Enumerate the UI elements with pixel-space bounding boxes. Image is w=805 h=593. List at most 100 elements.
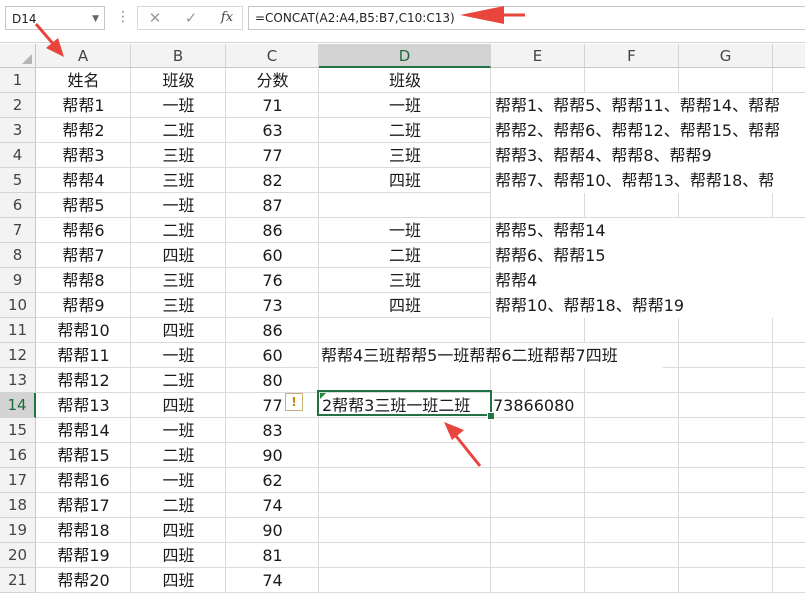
cell-name[interactable]: 帮帮6 <box>36 218 131 243</box>
cell-score[interactable]: 76 <box>226 268 319 293</box>
cell-name[interactable]: 帮帮3 <box>36 143 131 168</box>
row-header[interactable]: 21 <box>0 568 36 593</box>
row-header[interactable]: 8 <box>0 243 36 268</box>
cell-class[interactable]: 四班 <box>131 543 226 568</box>
row-header[interactable]: 6 <box>0 193 36 218</box>
header-class-d[interactable]: 班级 <box>319 68 491 93</box>
row-header[interactable]: 14 <box>0 393 36 418</box>
cell-score[interactable]: 60 <box>226 343 319 368</box>
row-header[interactable]: 20 <box>0 543 36 568</box>
cell-score[interactable]: 71 <box>226 93 319 118</box>
cell-score[interactable]: 83 <box>226 418 319 443</box>
column-header-c[interactable]: C <box>226 44 319 68</box>
cell-score[interactable]: 86 <box>226 218 319 243</box>
row-header[interactable]: 12 <box>0 343 36 368</box>
group-members-cell[interactable]: 帮帮4 <box>491 268 805 293</box>
header-score[interactable]: 分数 <box>226 68 319 93</box>
column-header-f[interactable]: F <box>585 44 679 68</box>
cell-class[interactable]: 四班 <box>131 568 226 593</box>
column-header-h[interactable] <box>773 44 805 68</box>
cell-name[interactable]: 帮帮17 <box>36 493 131 518</box>
cell-name[interactable]: 帮帮16 <box>36 468 131 493</box>
insert-function-icon[interactable]: fx <box>212 7 242 29</box>
cell-class[interactable]: 一班 <box>131 193 226 218</box>
row-header[interactable]: 7 <box>0 218 36 243</box>
cell-score[interactable]: 77 <box>226 143 319 168</box>
cell-name[interactable]: 帮帮7 <box>36 243 131 268</box>
cell-class[interactable]: 一班 <box>131 418 226 443</box>
name-box[interactable]: D14 ▼ <box>5 6 105 30</box>
cell-name[interactable]: 帮帮18 <box>36 518 131 543</box>
group-members-cell[interactable]: 帮帮2、帮帮6、帮帮12、帮帮15、帮帮 <box>491 118 805 143</box>
cell-name[interactable]: 帮帮4 <box>36 168 131 193</box>
cell-class[interactable]: 四班 <box>131 243 226 268</box>
header-name[interactable]: 姓名 <box>36 68 131 93</box>
group-members-cell[interactable]: 帮帮6、帮帮15 <box>491 243 805 268</box>
cell-class[interactable]: 二班 <box>131 493 226 518</box>
select-all-button[interactable] <box>0 44 36 68</box>
cell-name[interactable]: 帮帮15 <box>36 443 131 468</box>
cell-score[interactable]: 73 <box>226 293 319 318</box>
cell-name[interactable]: 帮帮20 <box>36 568 131 593</box>
cell-name[interactable]: 帮帮9 <box>36 293 131 318</box>
cell-score[interactable]: 90 <box>226 518 319 543</box>
chevron-down-icon[interactable]: ▼ <box>92 7 99 31</box>
cell-class[interactable]: 四班 <box>131 318 226 343</box>
cell-class[interactable]: 二班 <box>131 218 226 243</box>
group-class-cell[interactable]: 一班 <box>319 218 491 243</box>
cell-class[interactable]: 一班 <box>131 468 226 493</box>
cell-class[interactable]: 二班 <box>131 443 226 468</box>
row-header[interactable]: 2 <box>0 93 36 118</box>
cell-name[interactable]: 帮帮12 <box>36 368 131 393</box>
cell-score[interactable]: 74 <box>226 568 319 593</box>
cell-name[interactable]: 帮帮11 <box>36 343 131 368</box>
cell-score[interactable]: 81 <box>226 543 319 568</box>
cell-class[interactable]: 一班 <box>131 93 226 118</box>
row-header[interactable]: 11 <box>0 318 36 343</box>
row-header[interactable]: 9 <box>0 268 36 293</box>
row-header[interactable]: 13 <box>0 368 36 393</box>
group-class-cell[interactable]: 一班 <box>319 93 491 118</box>
group-members-cell[interactable]: 帮帮1、帮帮5、帮帮11、帮帮14、帮帮 <box>491 93 805 118</box>
cell-score[interactable]: 86 <box>226 318 319 343</box>
cell-score[interactable]: 77 <box>226 393 319 418</box>
cell-score[interactable]: 74 <box>226 493 319 518</box>
row-header[interactable]: 17 <box>0 468 36 493</box>
column-header-b[interactable]: B <box>131 44 226 68</box>
cell-class[interactable]: 二班 <box>131 368 226 393</box>
cell-name[interactable]: 帮帮14 <box>36 418 131 443</box>
cell-name[interactable]: 帮帮19 <box>36 543 131 568</box>
cell-score[interactable]: 80 <box>226 368 319 393</box>
group-members-cell[interactable]: 帮帮7、帮帮10、帮帮13、帮帮18、帮 <box>491 168 805 193</box>
confirm-icon[interactable]: ✓ <box>176 7 206 29</box>
group-members-cell[interactable]: 帮帮5、帮帮14 <box>491 218 805 243</box>
column-header-g[interactable]: G <box>679 44 773 68</box>
cell-score[interactable]: 63 <box>226 118 319 143</box>
header-class[interactable]: 班级 <box>131 68 226 93</box>
cell-name[interactable]: 帮帮8 <box>36 268 131 293</box>
cell-class[interactable]: 三班 <box>131 168 226 193</box>
cell-score[interactable]: 62 <box>226 468 319 493</box>
row-header[interactable]: 18 <box>0 493 36 518</box>
cell-class[interactable]: 二班 <box>131 118 226 143</box>
cell-name[interactable]: 帮帮10 <box>36 318 131 343</box>
cell-name[interactable]: 帮帮5 <box>36 193 131 218</box>
column-header-d[interactable]: D <box>319 44 491 68</box>
group-class-cell[interactable]: 二班 <box>319 243 491 268</box>
row-header[interactable]: 15 <box>0 418 36 443</box>
row-header[interactable]: 10 <box>0 293 36 318</box>
row-header[interactable]: 19 <box>0 518 36 543</box>
group-class-cell[interactable]: 三班 <box>319 268 491 293</box>
row-header[interactable]: 5 <box>0 168 36 193</box>
warning-icon[interactable]: ! <box>285 393 303 411</box>
cell-d12[interactable]: 帮帮4三班帮帮5一班帮帮6二班帮帮7四班 <box>319 343 663 368</box>
group-class-cell[interactable]: 二班 <box>319 118 491 143</box>
cell-score[interactable]: 60 <box>226 243 319 268</box>
cell-class[interactable]: 四班 <box>131 393 226 418</box>
cell-class[interactable]: 一班 <box>131 343 226 368</box>
group-members-cell[interactable]: 帮帮3、帮帮4、帮帮8、帮帮9 <box>491 143 805 168</box>
cell-e14[interactable]: 73866080 <box>491 393 585 418</box>
cell-class[interactable]: 三班 <box>131 268 226 293</box>
cell-name[interactable]: 帮帮2 <box>36 118 131 143</box>
row-header[interactable]: 1 <box>0 68 36 93</box>
